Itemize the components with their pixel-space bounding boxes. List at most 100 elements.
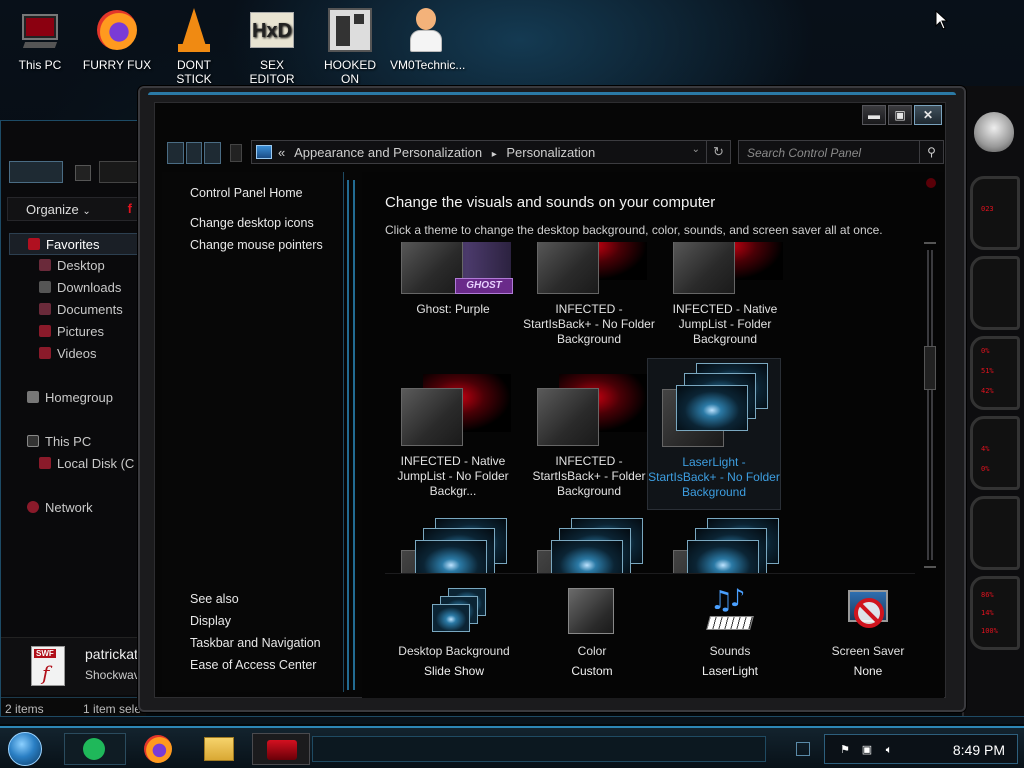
- alien-head-icon: [974, 112, 1014, 152]
- theme-item[interactable]: INFECTED - StartIsBack+ - No Folder Back…: [523, 242, 655, 347]
- taskbar-app-sway[interactable]: [64, 733, 126, 765]
- scroll-down-icon[interactable]: [924, 560, 936, 568]
- theme-thumbnail: [387, 518, 519, 573]
- action-center-flag-icon[interactable]: ⚑: [839, 744, 851, 756]
- explorer-nav-buttons[interactable]: [9, 161, 139, 185]
- theme-item[interactable]: INFECTED - Native JumpList - No Folder B…: [387, 374, 519, 499]
- setting-title: Desktop Background: [398, 644, 510, 658]
- desktop-status-strip: [0, 716, 1024, 724]
- clock[interactable]: 8:49 PM: [953, 742, 1005, 758]
- breadcrumb: « Appearance and Personalization ▸ Perso…: [278, 145, 601, 160]
- homegroup-icon: [27, 391, 39, 403]
- alien-segment: [970, 256, 1020, 330]
- breadcrumb-personalization[interactable]: Personalization: [506, 145, 595, 160]
- sway-app-icon: [83, 738, 105, 760]
- theme-item[interactable]: INFECTED - StartIsBack+ - Folder Backgro…: [523, 374, 655, 499]
- personalization-window[interactable]: ▬ ▣ ✕ « Appearance and Personalization ▸…: [138, 86, 966, 712]
- see-also-heading: See also: [190, 592, 239, 606]
- back-button[interactable]: [167, 142, 184, 164]
- theme-thumbnail: [648, 363, 780, 447]
- page-subtitle: Click a theme to change the desktop back…: [385, 223, 883, 237]
- link-control-panel-home[interactable]: Control Panel Home: [190, 186, 323, 200]
- taskbar-app-explorer[interactable]: [192, 733, 248, 765]
- recent-locations-button[interactable]: [230, 144, 242, 162]
- up-button[interactable]: [204, 142, 222, 164]
- back-forward-buttons: [167, 142, 222, 164]
- address-bar[interactable]: « Appearance and Personalization ▸ Perso…: [251, 140, 731, 164]
- theme-item-selected[interactable]: LaserLight - StartIsBack+ - No Folder Ba…: [647, 358, 781, 510]
- doctor-avatar-icon: [402, 6, 450, 54]
- desktop-icon-this-pc[interactable]: This PC: [4, 6, 76, 72]
- maximize-button[interactable]: ▣: [888, 105, 912, 125]
- address-dropdown-icon[interactable]: ⌄: [692, 144, 700, 155]
- breadcrumb-separator-icon[interactable]: ▸: [492, 149, 497, 160]
- nav-item-homegroup[interactable]: Homegroup: [9, 387, 146, 409]
- theme-thumbnail: [523, 374, 655, 446]
- search-input[interactable]: Search Control Panel ⚲: [738, 140, 944, 164]
- downloads-icon: [39, 281, 51, 293]
- alien-segment: 0% 51% 42%: [970, 336, 1020, 410]
- theme-item[interactable]: [659, 518, 791, 573]
- nav-item-downloads[interactable]: Downloads: [9, 277, 146, 299]
- theme-item[interactable]: INFECTED - Native JumpList - Folder Back…: [659, 242, 791, 347]
- taskbar-window-strip: [312, 736, 766, 762]
- nav-item-desktop[interactable]: Desktop: [9, 255, 146, 277]
- refresh-icon[interactable]: ↻: [706, 141, 730, 163]
- desktop-icon-firefox[interactable]: FURRY FUX: [81, 6, 153, 72]
- scroll-thumb[interactable]: [924, 346, 936, 390]
- nav-item-local-disk[interactable]: Local Disk (C: [9, 453, 146, 475]
- taskbar-app-firefox[interactable]: [128, 733, 190, 765]
- link-taskbar-navigation[interactable]: Taskbar and Navigation: [190, 636, 321, 650]
- alien-corner-icon: [926, 178, 936, 188]
- background-explorer-window[interactable]: Organize ⌄ f Favorites Desktop Downloads…: [0, 120, 146, 719]
- details-file-type: Shockwav: [85, 668, 140, 682]
- search-icon[interactable]: ⚲: [919, 141, 943, 163]
- link-display[interactable]: Display: [190, 614, 321, 628]
- nav-item-network[interactable]: Network: [9, 497, 146, 519]
- minimize-button[interactable]: ▬: [862, 105, 886, 125]
- nav-item-this-pc[interactable]: This PC: [9, 431, 146, 453]
- forward-button[interactable]: [185, 142, 203, 164]
- screensaver-none-icon: [842, 586, 894, 638]
- setting-value: LaserLight: [701, 664, 759, 678]
- link-change-mouse-pointers[interactable]: Change mouse pointers: [190, 238, 323, 252]
- theme-list-scrollbar[interactable]: [924, 242, 936, 568]
- details-pane: SWF f patrickat Shockwav: [1, 637, 146, 695]
- sounds-button[interactable]: ♫ ♪ Sounds LaserLight: [661, 584, 799, 678]
- organize-button[interactable]: Organize ⌄ f: [7, 197, 139, 221]
- desktop-icon-vm0[interactable]: VM0Technic...: [390, 6, 465, 72]
- nav-item-favorites[interactable]: Favorites: [9, 233, 146, 255]
- theme-item[interactable]: [387, 518, 519, 573]
- link-ease-of-access[interactable]: Ease of Access Center: [190, 658, 321, 672]
- theme-thumbnail: GHOST: [387, 242, 519, 294]
- volume-icon[interactable]: 🔈︎: [883, 744, 895, 756]
- theme-list[interactable]: GHOST Ghost: Purple INFECTED - StartIsBa…: [385, 242, 915, 574]
- firefox-icon: [93, 6, 141, 54]
- breadcrumb-appearance[interactable]: Appearance and Personalization: [294, 145, 482, 160]
- scroll-up-icon[interactable]: [924, 242, 936, 250]
- nav-item-videos[interactable]: Videos: [9, 343, 146, 365]
- color-button[interactable]: Color Custom: [523, 586, 661, 678]
- xonix-game-icon: [326, 6, 374, 54]
- close-button[interactable]: ✕: [914, 105, 942, 125]
- start-button[interactable]: [8, 732, 42, 766]
- desktop-background-button[interactable]: Desktop Background Slide Show: [385, 586, 523, 678]
- screen-saver-button[interactable]: Screen Saver None: [799, 586, 937, 678]
- nav-item-pictures[interactable]: Pictures: [9, 321, 146, 343]
- theme-thumbnail: [387, 374, 519, 446]
- desktop-icon-hxd[interactable]: HxD SEX EDITOR: [236, 6, 308, 86]
- theme-item[interactable]: [523, 518, 655, 573]
- slideshow-icon: [428, 586, 486, 638]
- taskbar-app-alienware[interactable]: [252, 733, 310, 765]
- left-pane-scrollbar[interactable]: [347, 180, 355, 690]
- link-change-desktop-icons[interactable]: Change desktop icons: [190, 216, 323, 230]
- explorer-nav-pane: Favorites Desktop Downloads Documents Pi…: [9, 233, 146, 519]
- alien-segment: [970, 496, 1020, 570]
- nav-item-documents[interactable]: Documents: [9, 299, 146, 321]
- show-desktop-icon[interactable]: [796, 742, 810, 756]
- theme-item[interactable]: GHOST Ghost: Purple: [387, 242, 519, 317]
- breadcrumb-overflow[interactable]: «: [278, 145, 285, 160]
- setting-value: Slide Show: [423, 664, 485, 678]
- vlc-cone-icon: [170, 6, 218, 54]
- network-tray-icon[interactable]: ▣: [861, 744, 873, 756]
